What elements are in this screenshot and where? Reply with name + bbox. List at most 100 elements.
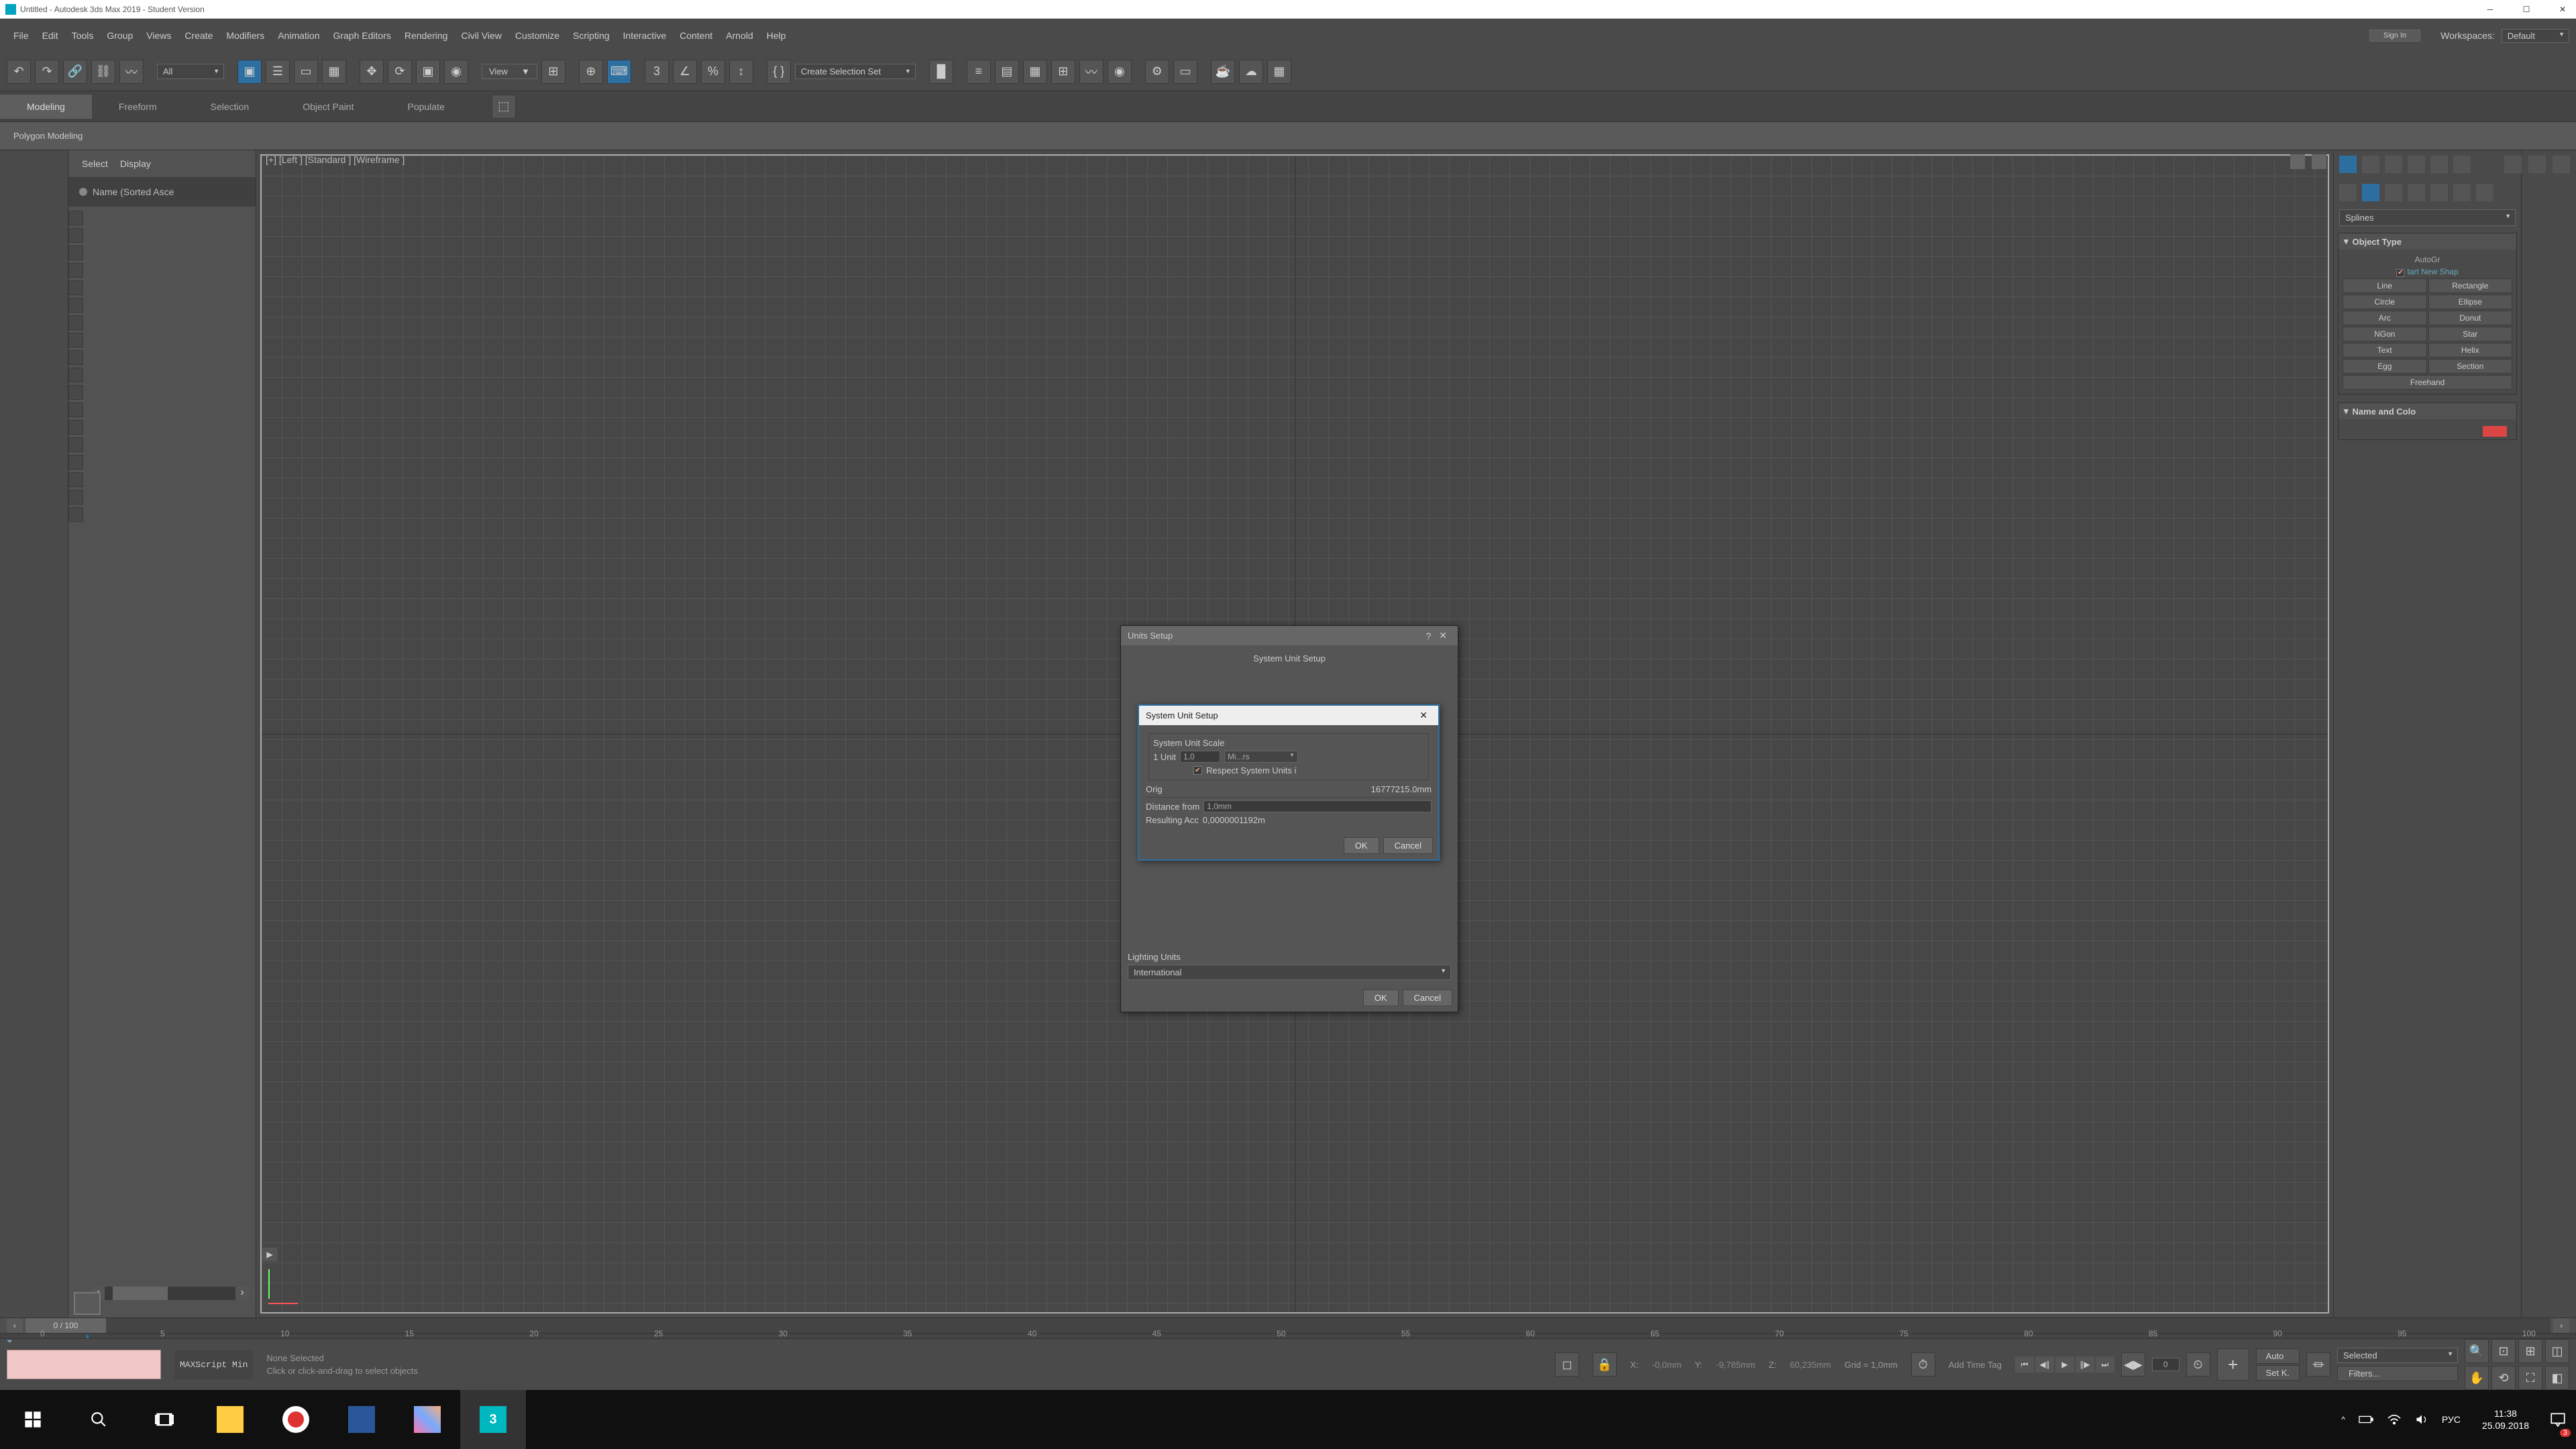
menu-help[interactable]: Help — [760, 28, 793, 44]
maxscript-listener[interactable]: MAXScript Min — [174, 1350, 253, 1379]
signin-button[interactable]: Sign In — [2369, 30, 2420, 42]
menu-scripting[interactable]: Scripting — [566, 28, 616, 44]
scene-explorer-hscroll[interactable]: ‹ › — [91, 1287, 249, 1300]
play-button[interactable]: ▶ — [2055, 1356, 2074, 1373]
z-value[interactable]: 60,235mm — [1790, 1360, 1831, 1370]
freehand-button[interactable]: Freehand — [2343, 375, 2512, 390]
set-key-button[interactable]: Set K. — [2256, 1365, 2300, 1381]
create-tab-icon[interactable] — [2339, 156, 2357, 173]
goto-start-button[interactable]: ⏮ — [2015, 1356, 2034, 1373]
helix-button[interactable]: Helix — [2428, 343, 2513, 358]
spacewarps-category-icon[interactable] — [2453, 184, 2471, 201]
star-button[interactable]: Star — [2428, 327, 2513, 341]
cameras-category-icon[interactable] — [2408, 184, 2425, 201]
units-cancel-button[interactable]: Cancel — [1403, 989, 1452, 1006]
circle-button[interactable]: Circle — [2343, 294, 2427, 309]
auto-key-button[interactable]: Auto — [2256, 1348, 2300, 1364]
ribbon-tab-freeform[interactable]: Freeform — [92, 95, 184, 119]
lights-category-icon[interactable] — [2385, 184, 2402, 201]
utilities-tab-icon[interactable] — [2453, 156, 2471, 173]
display-tab-icon[interactable] — [2430, 156, 2448, 173]
menu-content[interactable]: Content — [673, 28, 719, 44]
rect-region-button[interactable]: ▭ — [294, 60, 318, 84]
set-key-big-button[interactable]: + — [2217, 1348, 2249, 1381]
modify-tab-icon[interactable] — [2362, 156, 2379, 173]
select-object-button[interactable]: ▣ — [237, 60, 262, 84]
percent-snap-button[interactable]: % — [701, 60, 725, 84]
scene-explorer-display[interactable]: Display — [120, 158, 151, 169]
3dsmax-taskbar[interactable]: 3 — [460, 1390, 526, 1449]
time-tag-icon[interactable]: ⏱ — [1911, 1352, 1935, 1377]
ribbon-tab-modeling[interactable]: Modeling — [0, 95, 92, 119]
category-dropdown[interactable]: Splines — [2339, 209, 2516, 226]
ref-coord-dropdown[interactable]: View▼ — [482, 64, 537, 79]
spinner-snap-button[interactable]: ↕ — [729, 60, 753, 84]
render-in-cloud-button[interactable]: ☁ — [1239, 60, 1263, 84]
tray-expand-icon[interactable]: ^ — [2341, 1415, 2345, 1424]
object-color-swatch[interactable] — [2483, 426, 2507, 437]
maximize-button[interactable]: ☐ — [2518, 3, 2534, 16]
line-button[interactable]: Line — [2343, 278, 2427, 293]
align-button[interactable]: ≡ — [967, 60, 991, 84]
time-config-icon[interactable]: ⏲ — [2186, 1352, 2210, 1377]
named-sel-button[interactable]: { } — [767, 60, 791, 84]
next-frame-button[interactable]: ∥▶ — [2076, 1356, 2094, 1373]
one-unit-input[interactable]: 1,0 — [1180, 751, 1220, 763]
system-unit-setup-button[interactable]: System Unit Setup — [1128, 649, 1451, 667]
render-setup-button[interactable]: ⚙ — [1145, 60, 1169, 84]
donut-button[interactable]: Donut — [2428, 311, 2513, 325]
undo-button[interactable]: ↶ — [7, 60, 31, 84]
toggle-ribbon-button[interactable]: ▦ — [1023, 60, 1047, 84]
select-by-name-button[interactable]: ☰ — [266, 60, 290, 84]
filter-geom-icon[interactable] — [68, 211, 83, 225]
render-frame-button[interactable]: ▭ — [1173, 60, 1197, 84]
rectangle-button[interactable]: Rectangle — [2428, 278, 2513, 293]
menu-group[interactable]: Group — [100, 28, 140, 44]
section-button[interactable]: Section — [2428, 359, 2513, 374]
nav-misc-icon[interactable]: ◧ — [2545, 1366, 2569, 1390]
hscroll-thumb[interactable] — [113, 1287, 168, 1300]
filters-button[interactable]: Filters... — [2337, 1366, 2458, 1381]
start-button[interactable] — [0, 1390, 66, 1449]
volume-icon[interactable] — [2415, 1413, 2428, 1426]
prev-frame-button[interactable]: ◀∥ — [2035, 1356, 2054, 1373]
menu-file[interactable]: File — [7, 28, 36, 44]
layer-explorer-button[interactable]: ▤ — [995, 60, 1019, 84]
systems-category-icon[interactable] — [2476, 184, 2493, 201]
ribbon-tab-selection[interactable]: Selection — [184, 95, 276, 119]
move-button[interactable]: ✥ — [360, 60, 384, 84]
close-button[interactable]: ✕ — [2555, 3, 2571, 16]
filter-hidden-icon[interactable] — [68, 368, 83, 382]
units-dialog-close[interactable]: ✕ — [1435, 630, 1451, 641]
bind-button[interactable]: 〰 — [119, 60, 144, 84]
nav-misc1-icon[interactable] — [2553, 156, 2570, 173]
menu-animation[interactable]: Animation — [271, 28, 326, 44]
text-button[interactable]: Text — [2343, 343, 2427, 358]
y-value[interactable]: -9,785mm — [1716, 1360, 1756, 1370]
search-button[interactable] — [66, 1390, 131, 1449]
menu-graph-editors[interactable]: Graph Editors — [326, 28, 397, 44]
time-ruler[interactable]: ⏷ 05101520253035404550556065707580859095… — [0, 1333, 2576, 1339]
menu-modifiers[interactable]: Modifiers — [219, 28, 271, 44]
curve-editor-button[interactable]: ⊞ — [1051, 60, 1075, 84]
nav-fov-icon[interactable]: ◫ — [2545, 1339, 2569, 1363]
key-filter-dropdown[interactable]: Selected — [2337, 1348, 2458, 1363]
ribbon-tab-populate[interactable]: Populate — [380, 95, 471, 119]
render-gallery-button[interactable]: ▦ — [1267, 60, 1291, 84]
filter-light-icon[interactable] — [68, 246, 83, 260]
hierarchy-tab-icon[interactable] — [2385, 156, 2402, 173]
isolate-icon[interactable]: ◻ — [1555, 1352, 1579, 1377]
unit-type-dropdown[interactable]: Mi...rs — [1224, 751, 1298, 763]
filter-group-icon[interactable] — [68, 385, 83, 400]
respect-units-checkbox[interactable]: ✔Respect System Units i — [1193, 765, 1424, 775]
lock-selection-icon[interactable]: 🔒 — [1593, 1352, 1617, 1377]
nav-arrow-icon[interactable] — [2528, 156, 2546, 173]
egg-button[interactable]: Egg — [2343, 359, 2427, 374]
start-new-shape-checkbox[interactable]: ✔tart New Shap — [2343, 266, 2512, 278]
window-crossing-button[interactable]: ▦ — [322, 60, 346, 84]
ribbon-tab-object-paint[interactable]: Object Paint — [276, 95, 380, 119]
paint-taskbar[interactable] — [394, 1390, 460, 1449]
menu-rendering[interactable]: Rendering — [398, 28, 455, 44]
scene-explorer-view-icon[interactable] — [74, 1292, 101, 1315]
filter-misc6-icon[interactable] — [68, 507, 83, 522]
